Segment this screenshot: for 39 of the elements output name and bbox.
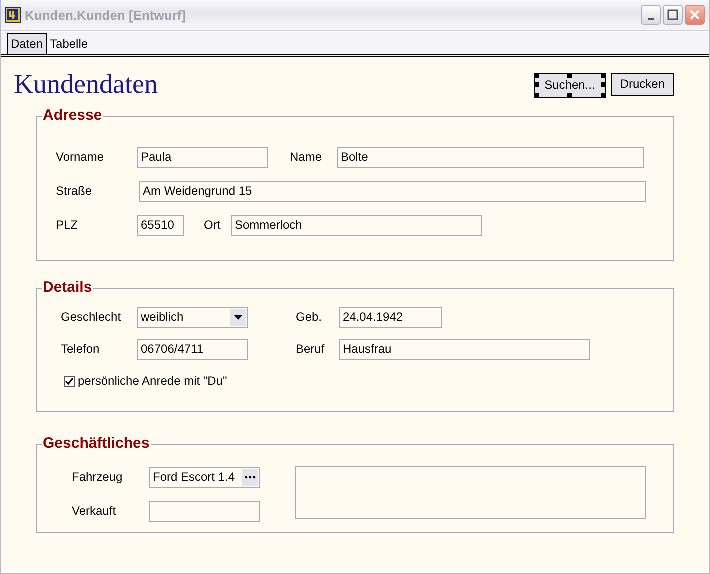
field-label: Name [290, 150, 324, 164]
checkbox[interactable] [64, 376, 75, 386]
input-field[interactable]: Paula [137, 146, 268, 168]
memo-field[interactable] [295, 466, 646, 519]
field-label: Geb. [296, 310, 324, 324]
checkbox-label: persönliche Anrede mit "Du" [78, 374, 228, 388]
tab[interactable]: Daten [7, 33, 48, 54]
input-field[interactable]: 65510 [137, 214, 184, 236]
window-title: Kunden.Kunden [Entwurf] [25, 8, 188, 22]
input-field[interactable]: Am Weidengrund 15 [139, 180, 646, 202]
minimize-icon [648, 18, 654, 20]
field-label: Ort [204, 218, 222, 232]
field-label: PLZ [56, 218, 80, 232]
field-label: Beruf [296, 342, 326, 356]
minimize-button[interactable] [641, 5, 661, 25]
dropdown-field[interactable]: weiblich [137, 306, 248, 328]
lookup-field[interactable]: Ford Escort 1.4 [149, 466, 260, 488]
maximize-icon [665, 7, 681, 23]
field-label: Verkauft [72, 504, 118, 518]
input-field[interactable]: 24.04.1942 [339, 306, 442, 328]
field-label: Vorname [56, 150, 106, 164]
app-icon [5, 7, 21, 23]
input-field[interactable]: 06706/4711 [137, 338, 248, 360]
field-label: Geschlecht [61, 310, 122, 324]
input-field[interactable]: Sommerloch [231, 214, 482, 236]
ellipsis-button[interactable] [242, 468, 258, 486]
input-field[interactable] [149, 500, 260, 522]
field-label: Fahrzeug [72, 470, 124, 484]
maximize-button[interactable] [663, 5, 683, 25]
dropdown-arrow-icon [234, 314, 242, 320]
form-button[interactable]: Drucken [611, 72, 674, 96]
ellipsis-icon [244, 476, 256, 478]
field-label: Telefon [61, 342, 101, 356]
input-field[interactable]: Bolte [337, 146, 644, 168]
field-label: Straße [56, 184, 94, 198]
input-field[interactable]: Hausfrau [339, 338, 590, 360]
form-button[interactable]: Suchen... [534, 72, 606, 98]
tab[interactable]: Tabelle [47, 33, 92, 54]
form-heading: Kundendaten [14, 69, 159, 100]
